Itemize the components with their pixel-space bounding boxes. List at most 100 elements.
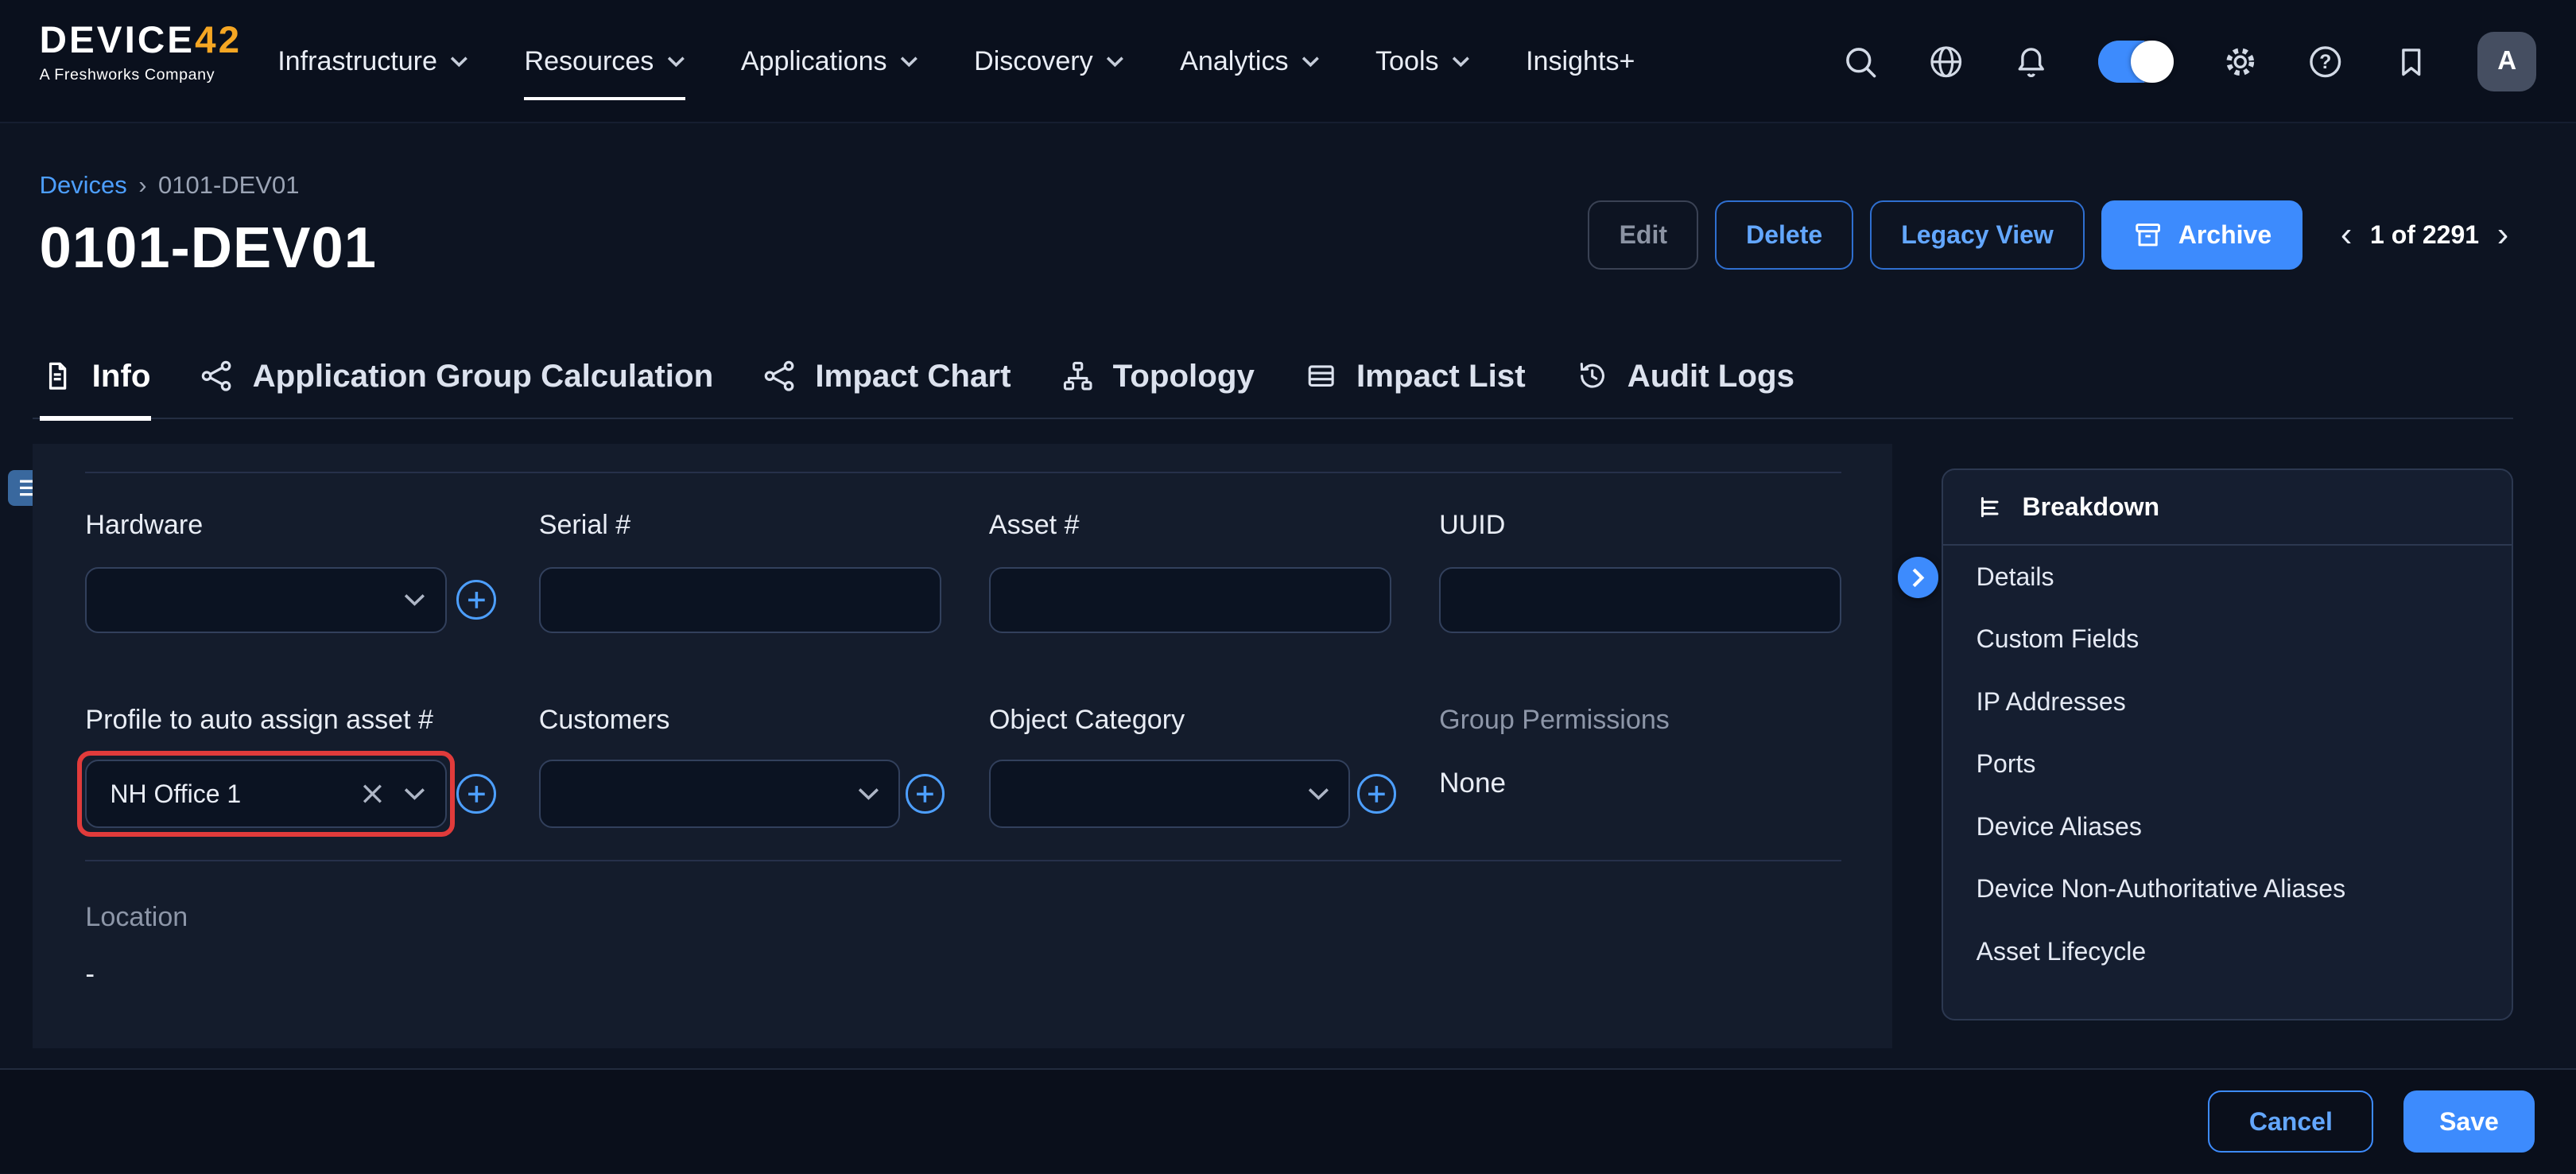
- plus-icon: [1367, 784, 1387, 804]
- tab-impact-list[interactable]: Impact List: [1304, 333, 1526, 418]
- profile-select[interactable]: NH Office 1: [85, 760, 447, 829]
- topbar-actions: ? A: [1841, 0, 2536, 123]
- brand-name: DEVICE42: [40, 21, 242, 60]
- brand-tagline: A Freshworks Company: [40, 66, 242, 84]
- tab-topology[interactable]: Topology: [1061, 333, 1255, 418]
- nav-item-label: Analytics: [1180, 46, 1288, 77]
- legacy-view-button[interactable]: Legacy View: [1870, 200, 2085, 270]
- breakdown-item-details[interactable]: Details: [1943, 546, 2512, 608]
- pager-next-button[interactable]: ›: [2497, 218, 2508, 252]
- footer-action-bar: Cancel Save: [0, 1068, 2576, 1173]
- brand-name-accent: 42: [195, 19, 242, 61]
- plus-icon: [467, 784, 487, 804]
- object-category-select[interactable]: [989, 760, 1351, 829]
- chevron-down-icon: [1302, 56, 1320, 67]
- record-pager: ‹ 1 of 2291 ›: [2341, 218, 2508, 252]
- nav-item-resources[interactable]: Resources: [524, 0, 685, 123]
- tab-label: Application Group Calculation: [253, 358, 714, 395]
- notifications-bell-icon[interactable]: [2012, 43, 2050, 81]
- search-icon[interactable]: [1841, 43, 1880, 81]
- breakdown-header: Breakdown: [1943, 470, 2512, 546]
- breadcrumb-separator: ›: [138, 171, 146, 200]
- cancel-button[interactable]: Cancel: [2208, 1090, 2373, 1153]
- nav-item-analytics[interactable]: Analytics: [1180, 0, 1320, 123]
- chevron-right-icon: [1911, 568, 1925, 588]
- save-button[interactable]: Save: [2403, 1090, 2535, 1153]
- location-label: Location: [85, 902, 188, 933]
- delete-button[interactable]: Delete: [1715, 200, 1853, 270]
- theme-toggle[interactable]: [2098, 41, 2174, 84]
- globe-icon[interactable]: [1927, 43, 1965, 81]
- list-tree-icon: [1977, 492, 2006, 522]
- help-icon[interactable]: ?: [2306, 43, 2345, 81]
- nav-item-label: Applications: [741, 46, 887, 77]
- page-title: 0101-DEV01: [40, 216, 377, 281]
- add-profile-button[interactable]: [456, 774, 496, 814]
- bookmark-icon[interactable]: [2392, 43, 2431, 81]
- chevron-down-icon: [858, 787, 879, 801]
- nav-item-label: Resources: [524, 46, 654, 77]
- tab-label: Impact List: [1356, 358, 1526, 395]
- network-icon: [762, 359, 797, 393]
- nav-item-label: Infrastructure: [277, 46, 437, 77]
- table-icon: [1304, 359, 1338, 393]
- edit-button[interactable]: Edit: [1588, 200, 1698, 270]
- tab-audit-logs[interactable]: Audit Logs: [1575, 333, 1794, 418]
- user-avatar[interactable]: A: [2477, 32, 2536, 91]
- nav-item-tools[interactable]: Tools: [1375, 0, 1470, 123]
- serial-input[interactable]: [539, 567, 941, 633]
- chevron-down-icon: [1452, 56, 1470, 67]
- nav-item-infrastructure[interactable]: Infrastructure: [277, 0, 468, 123]
- add-customer-button[interactable]: [906, 774, 945, 814]
- nav-item-applications[interactable]: Applications: [741, 0, 918, 123]
- topology-icon: [1061, 359, 1095, 393]
- location-value: -: [85, 958, 95, 990]
- nav-item-insights[interactable]: Insights+: [1526, 0, 1635, 123]
- network-icon: [200, 359, 234, 393]
- nav-item-discovery[interactable]: Discovery: [974, 0, 1124, 123]
- customers-select[interactable]: [539, 760, 901, 829]
- uuid-label: UUID: [1439, 510, 1505, 541]
- breakdown-item-custom-fields[interactable]: Custom Fields: [1943, 608, 2512, 671]
- serial-label: Serial #: [539, 510, 631, 541]
- breakdown-collapse-button[interactable]: [1898, 557, 1939, 598]
- group-permissions-label: Group Permissions: [1439, 705, 1670, 736]
- pager-prev-button[interactable]: ‹: [2341, 218, 2352, 252]
- legacy-view-button-label: Legacy View: [1901, 220, 2054, 250]
- tab-application-group-calculation[interactable]: Application Group Calculation: [200, 333, 713, 418]
- tab-label: Topology: [1113, 358, 1255, 395]
- breakdown-item-asset-lifecycle[interactable]: Asset Lifecycle: [1943, 920, 2512, 983]
- asset-input[interactable]: [989, 567, 1391, 633]
- breakdown-item-device-non-authoritative-aliases[interactable]: Device Non-Authoritative Aliases: [1943, 858, 2512, 921]
- profile-label: Profile to auto assign asset #: [85, 705, 433, 736]
- clear-x-icon[interactable]: [362, 783, 383, 805]
- brand-logo[interactable]: DEVICE42 A Freshworks Company: [40, 21, 242, 84]
- svg-text:?: ?: [2319, 52, 2331, 73]
- device42-app: DEVICE42 A Freshworks Company Infrastruc…: [0, 0, 2576, 1173]
- tab-info[interactable]: Info: [40, 333, 151, 418]
- asset-label: Asset #: [989, 510, 1080, 541]
- breakdown-item-ip-addresses[interactable]: IP Addresses: [1943, 671, 2512, 733]
- archive-icon: [2132, 220, 2163, 251]
- breakdown-item-device-aliases[interactable]: Device Aliases: [1943, 795, 2512, 858]
- add-object-category-button[interactable]: [1357, 774, 1397, 814]
- object-category-label: Object Category: [989, 705, 1185, 736]
- group-permissions-value: None: [1439, 768, 1506, 799]
- pager-label: 1 of 2291: [2370, 220, 2479, 250]
- breakdown-item-ports[interactable]: Ports: [1943, 733, 2512, 795]
- top-navbar: DEVICE42 A Freshworks Company Infrastruc…: [0, 0, 2576, 123]
- uuid-input[interactable]: [1439, 567, 1841, 633]
- brand-name-main: DEVICE: [40, 19, 196, 61]
- history-icon: [1575, 359, 1609, 393]
- archive-button-label: Archive: [2178, 220, 2271, 250]
- device-info-card: Hardware Serial # Asset # UUID Profile t…: [33, 444, 1892, 1048]
- archive-button[interactable]: Archive: [2101, 200, 2303, 270]
- hardware-select[interactable]: [85, 567, 447, 633]
- nav-item-label: Insights+: [1526, 46, 1635, 77]
- breakdown-title: Breakdown: [2023, 492, 2160, 522]
- settings-gear-icon[interactable]: [2221, 43, 2260, 81]
- add-hardware-button[interactable]: [456, 580, 496, 620]
- breadcrumb-devices-link[interactable]: Devices: [40, 171, 127, 200]
- tab-impact-chart[interactable]: Impact Chart: [762, 333, 1011, 418]
- hardware-label: Hardware: [85, 510, 203, 541]
